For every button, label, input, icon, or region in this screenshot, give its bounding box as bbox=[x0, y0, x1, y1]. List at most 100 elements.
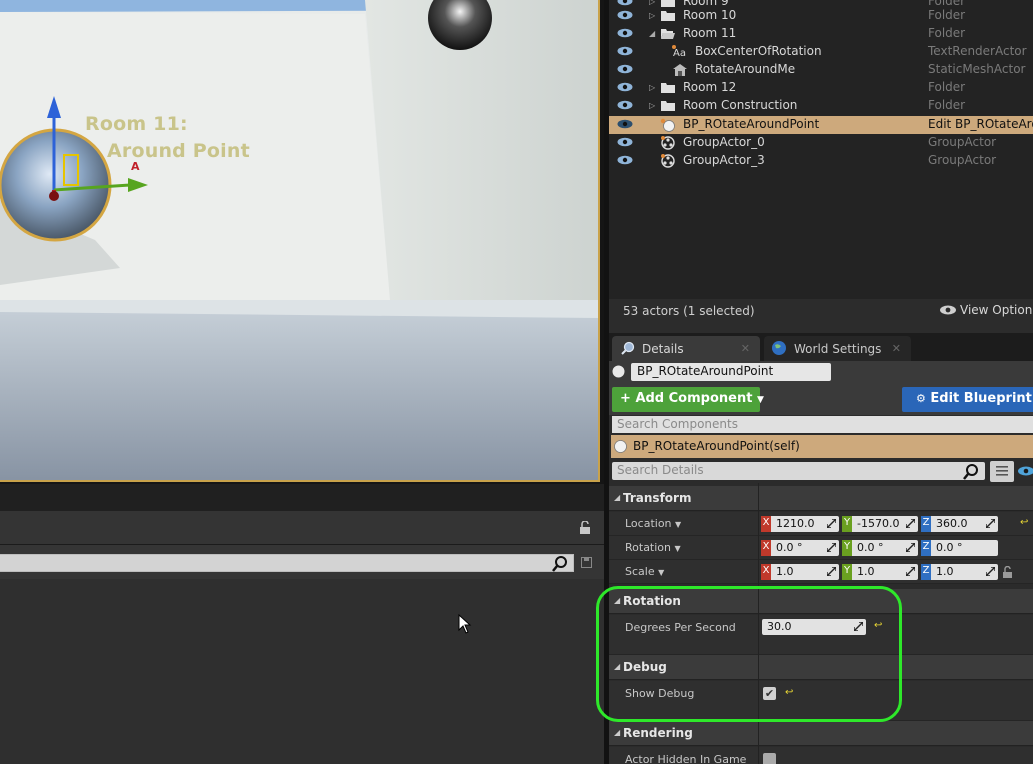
edit-blueprint-button[interactable]: ⚙ Edit Blueprint ▼ bbox=[902, 387, 1033, 412]
rotation-y-field[interactable]: 0.0 ° bbox=[852, 540, 918, 556]
section-transform[interactable]: ◢ Transform bbox=[609, 486, 1033, 511]
search-components-input[interactable]: Search Components bbox=[612, 416, 1033, 433]
chevron-down-icon: ▼ bbox=[756, 395, 764, 405]
outliner-row[interactable]: GroupActor_3 GroupActor bbox=[609, 152, 1033, 170]
outliner-item-type: Folder bbox=[928, 8, 966, 22]
add-component-button[interactable]: + Add Component ▼ bbox=[612, 387, 764, 412]
spin-arrows-icon bbox=[827, 519, 836, 528]
section-rendering[interactable]: ◢ Rendering bbox=[609, 721, 1033, 746]
location-y-field[interactable]: -1570.0 bbox=[852, 516, 918, 532]
tab-world-settings[interactable]: World Settings ✕ bbox=[764, 336, 911, 361]
rotation-x-field[interactable]: 0.0 ° bbox=[771, 540, 839, 556]
expand-triangle-icon[interactable]: ▷ bbox=[649, 83, 655, 92]
scale-z-field[interactable]: 1.0 bbox=[931, 564, 998, 580]
reset-to-default-icon[interactable]: ↩ bbox=[1020, 517, 1028, 528]
axis-y-badge: Y bbox=[842, 516, 852, 532]
eye-icon[interactable] bbox=[1018, 466, 1033, 476]
chevron-down-icon: ▼ bbox=[674, 544, 681, 553]
save-search-icon[interactable] bbox=[581, 557, 592, 568]
outliner-row[interactable]: GroupActor_0 GroupActor bbox=[609, 134, 1033, 152]
section-debug-label: Debug bbox=[623, 660, 667, 674]
collapse-triangle-icon: ◢ bbox=[614, 662, 621, 671]
level-viewport[interactable]: A Room 11: Around Point bbox=[0, 0, 600, 482]
visibility-eye-icon[interactable] bbox=[617, 137, 633, 147]
reset-to-default-icon[interactable]: ↩ bbox=[874, 620, 882, 631]
section-rendering-label: Rendering bbox=[623, 726, 693, 740]
folder-closed-icon bbox=[660, 99, 676, 115]
mesh-actor-icon bbox=[672, 63, 688, 80]
component-self-label: BP_ROtateAroundPoint(self) bbox=[633, 439, 800, 453]
outliner-item-label: BP_ROtateAroundPoint bbox=[683, 117, 820, 131]
degrees-per-second-field[interactable]: 30.0 bbox=[762, 619, 866, 635]
list-view-icon bbox=[996, 466, 1008, 476]
outliner-item-type: Folder bbox=[928, 26, 966, 40]
rotation-label[interactable]: Rotation ▼ bbox=[625, 541, 681, 554]
panel-search-input[interactable] bbox=[0, 554, 574, 572]
tab-details[interactable]: Details ✕ bbox=[612, 336, 760, 361]
spin-arrows-icon bbox=[906, 543, 915, 552]
svg-text:Aa: Aa bbox=[673, 48, 686, 58]
location-z-field[interactable]: 360.0 bbox=[931, 516, 998, 532]
component-self-row[interactable]: BP_ROtateAroundPoint(self) bbox=[611, 435, 1033, 458]
visibility-eye-icon[interactable] bbox=[617, 82, 633, 92]
outliner-row[interactable]: ▷ Room Construction Folder bbox=[609, 97, 1033, 115]
section-transform-label: Transform bbox=[623, 491, 692, 505]
close-icon[interactable]: ✕ bbox=[741, 342, 750, 355]
outliner-item-label: RotateAroundMe bbox=[695, 62, 796, 76]
location-x-field[interactable]: 1210.0 bbox=[771, 516, 839, 532]
outliner-footer: 53 actors (1 selected) View Options bbox=[609, 299, 1033, 333]
show-debug-checkbox[interactable]: ✔ bbox=[763, 687, 776, 700]
view-mode-button[interactable] bbox=[990, 461, 1014, 482]
folder-open-icon bbox=[660, 27, 676, 43]
outliner-item-type[interactable]: Edit BP_ROtateAroundPoint bbox=[928, 117, 1033, 131]
visibility-eye-icon[interactable] bbox=[617, 28, 633, 38]
panel-toolbar bbox=[0, 511, 604, 545]
outliner-row[interactable]: BP_ROtateAroundPoint Edit BP_ROtateAround… bbox=[609, 116, 1033, 134]
outliner-row[interactable]: ▷ Room 12 Folder bbox=[609, 79, 1033, 97]
search-details-input[interactable]: Search Details bbox=[612, 462, 985, 480]
outliner-item-label: Room 10 bbox=[683, 8, 737, 22]
section-debug[interactable]: ◢ Debug bbox=[609, 655, 1033, 680]
outliner-item-label: Room Construction bbox=[683, 98, 798, 112]
actor-name-field[interactable]: BP_ROtateAroundPoint bbox=[631, 363, 831, 381]
visibility-eye-icon[interactable] bbox=[617, 0, 633, 6]
folder-closed-icon bbox=[660, 81, 676, 97]
close-icon[interactable]: ✕ bbox=[892, 342, 901, 355]
view-options-button[interactable]: View Options bbox=[939, 303, 1033, 317]
scale-label[interactable]: Scale ▼ bbox=[625, 565, 664, 578]
visibility-eye-icon[interactable] bbox=[617, 46, 633, 56]
spin-arrows-icon bbox=[906, 567, 915, 576]
search-icon[interactable] bbox=[552, 556, 568, 572]
actor-hidden-checkbox[interactable] bbox=[763, 753, 776, 764]
section-rotation[interactable]: ◢ Rotation bbox=[609, 589, 1033, 614]
outliner-row[interactable]: RotateAroundMe StaticMeshActor bbox=[609, 61, 1033, 79]
expand-triangle-icon[interactable]: ▷ bbox=[649, 11, 655, 20]
text-actor-icon: Aa bbox=[672, 45, 688, 61]
visibility-eye-icon[interactable] bbox=[617, 100, 633, 110]
globe-icon bbox=[772, 341, 786, 355]
expand-triangle-icon[interactable]: ▷ bbox=[649, 0, 655, 6]
scale-y-field[interactable]: 1.0 bbox=[852, 564, 918, 580]
axis-y-badge: Y bbox=[842, 540, 852, 556]
search-icon[interactable] bbox=[963, 464, 979, 480]
location-label[interactable]: Location ▼ bbox=[625, 517, 681, 530]
tab-world-settings-label: World Settings bbox=[794, 342, 882, 356]
tab-details-label: Details bbox=[642, 342, 684, 356]
visibility-eye-icon[interactable] bbox=[617, 155, 633, 165]
collapse-triangle-icon[interactable]: ◢ bbox=[649, 29, 655, 38]
rotation-z-field[interactable]: 0.0 ° bbox=[931, 540, 998, 556]
scale-x-field[interactable]: 1.0 bbox=[771, 564, 839, 580]
outliner-row[interactable]: Aa BoxCenterOfRotation TextRenderActor bbox=[609, 43, 1033, 61]
visibility-eye-icon[interactable] bbox=[617, 119, 633, 129]
visibility-eye-icon[interactable] bbox=[617, 64, 633, 74]
expand-triangle-icon[interactable]: ▷ bbox=[649, 101, 655, 110]
details-magnifier-icon bbox=[621, 341, 635, 355]
lock-icon[interactable] bbox=[579, 521, 591, 535]
visibility-eye-icon[interactable] bbox=[617, 10, 633, 20]
name-value-divider bbox=[758, 483, 759, 764]
reset-to-default-icon[interactable]: ↩ bbox=[785, 687, 793, 698]
degrees-per-second-label: Degrees Per Second bbox=[625, 621, 736, 634]
lock-icon[interactable] bbox=[1002, 566, 1014, 579]
outliner-row[interactable]: ▷ Room 10 Folder bbox=[609, 7, 1033, 25]
outliner-row[interactable]: ◢ Room 11 Folder bbox=[609, 25, 1033, 43]
